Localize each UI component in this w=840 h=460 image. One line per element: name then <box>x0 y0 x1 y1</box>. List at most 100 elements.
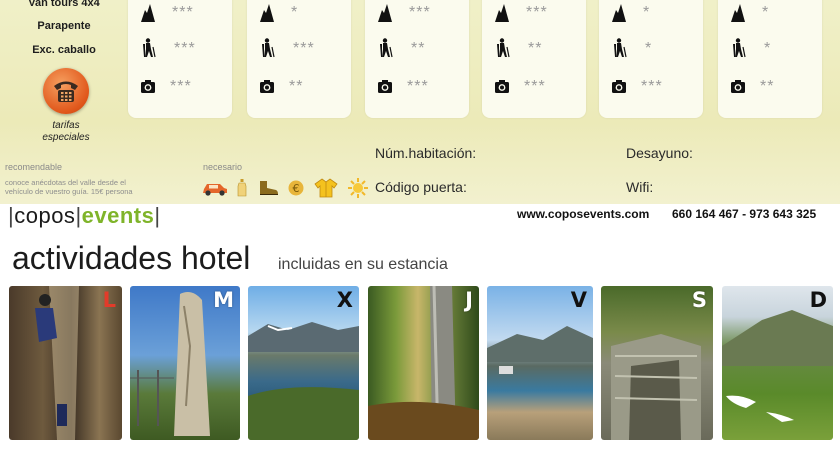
rating-stars: * <box>645 40 653 57</box>
rating-row-camera: ** <box>247 76 351 98</box>
photo-wednesday[interactable]: X <box>248 286 359 440</box>
telephone-icon[interactable] <box>43 68 89 114</box>
day-letter-s: S <box>691 288 707 312</box>
rating-stars: * <box>643 4 651 21</box>
door-code-field: Código puerta: <box>375 179 467 195</box>
rating-stars: * <box>291 4 299 21</box>
page-title: actividades hotel <box>12 240 251 276</box>
rating-row-hiker: * <box>599 38 703 60</box>
rating-stars: *** <box>407 78 429 95</box>
car-icon <box>202 180 228 201</box>
rating-row-hiker: ** <box>482 38 586 60</box>
room-number-field: Núm.habitación: <box>375 145 477 161</box>
rating-row-camera: *** <box>365 76 469 98</box>
camera-icon <box>377 76 393 96</box>
rating-row-camera: ** <box>718 76 822 98</box>
rating-row-hiker: ** <box>365 38 469 60</box>
brand-events: events <box>81 203 155 228</box>
rating-card: * *** ** <box>247 0 351 118</box>
rating-row-camera: *** <box>482 76 586 98</box>
page-subtitle: incluidas en su estancia <box>278 256 448 273</box>
label-van-tours: Van tours 4x4 <box>28 0 100 9</box>
mountain-icon <box>730 2 746 22</box>
tarifas-line-1: tarifas <box>52 120 80 131</box>
boots-icon <box>257 180 279 201</box>
rating-row-hiker: *** <box>128 38 232 60</box>
sun-icon <box>347 178 369 203</box>
rating-stars: *** <box>409 4 431 21</box>
recomendable-text: conoce anécdotas del valle desde el vehí… <box>5 178 133 196</box>
recomendable-text-line-1: conoce anécdotas del valle desde el <box>5 178 126 187</box>
photo-monday[interactable]: L <box>9 286 122 440</box>
rating-stars: *** <box>524 78 546 95</box>
day-letter-d: D <box>809 288 827 312</box>
rating-stars: ** <box>411 40 426 57</box>
recomendable-label: recomendable <box>5 162 63 172</box>
rating-row-mountain: * <box>599 2 703 24</box>
photo-tuesday[interactable]: M <box>130 286 240 440</box>
breakfast-field: Desayuno: <box>626 145 693 161</box>
label-exc-caballo: Exc. caballo <box>32 44 96 56</box>
rating-stars: * <box>762 4 770 21</box>
bottle-icon <box>237 179 247 202</box>
hiker-icon <box>259 38 275 58</box>
photo-thursday[interactable]: J <box>368 286 479 440</box>
day-letter-m: M <box>213 288 234 312</box>
svg-text:€: € <box>293 182 300 195</box>
jacket-icon <box>314 178 338 203</box>
camera-icon <box>140 76 156 96</box>
necesario-label: necesario <box>203 162 243 172</box>
recomendable-text-line-2: vehículo de vuestro guía. 15€ persona <box>5 187 133 196</box>
mountain-icon <box>259 2 275 22</box>
rating-stars: ** <box>528 40 543 57</box>
mountain-icon <box>611 2 627 22</box>
rating-stars: * <box>764 40 772 57</box>
camera-icon <box>611 76 627 96</box>
necesario-icons: € <box>202 178 374 200</box>
tarifas-line-2: especiales <box>42 132 90 143</box>
rating-stars: *** <box>641 78 663 95</box>
day-letter-x: X <box>336 288 353 312</box>
phone-numbers: 660 164 467 - 973 643 325 <box>672 207 817 221</box>
rating-row-mountain: *** <box>128 2 232 24</box>
rating-card: *** ** *** <box>482 0 586 118</box>
rating-stars: *** <box>174 40 196 57</box>
rating-card: *** *** *** <box>128 0 232 118</box>
website-link[interactable]: www.coposevents.com <box>517 207 649 221</box>
rating-row-camera: *** <box>128 76 232 98</box>
label-parapente: Parapente <box>37 20 91 32</box>
mountain-icon <box>494 2 510 22</box>
rating-row-hiker: *** <box>247 38 351 60</box>
photo-sunday[interactable]: D <box>722 286 833 440</box>
photo-saturday[interactable]: S <box>601 286 713 440</box>
rating-card: * * *** <box>599 0 703 118</box>
day-letter-l: L <box>102 288 116 312</box>
brand-copos: copos <box>14 203 76 228</box>
camera-icon <box>494 76 510 96</box>
rating-row-camera: *** <box>599 76 703 98</box>
photo-friday[interactable]: V <box>487 286 593 440</box>
page-bottom-edge <box>0 452 840 460</box>
day-letter-j: J <box>465 288 473 312</box>
rating-row-hiker: * <box>718 38 822 60</box>
rating-stars: ** <box>289 78 304 95</box>
brand-bar-3: | <box>154 203 161 228</box>
day-letter-v: V <box>570 288 587 312</box>
rating-stars: ** <box>760 78 775 95</box>
rating-row-mountain: * <box>247 2 351 24</box>
wifi-field: Wifi: <box>626 179 654 195</box>
hiker-icon <box>611 38 627 58</box>
euro-icon: € <box>288 180 304 201</box>
rating-stars: *** <box>526 4 548 21</box>
rating-stars: *** <box>170 78 192 95</box>
rating-row-mountain: *** <box>365 2 469 24</box>
rating-card: *** ** *** <box>365 0 469 118</box>
mountain-icon <box>140 2 156 22</box>
hiker-icon <box>730 38 746 58</box>
hiker-icon <box>140 38 156 58</box>
brand-logo: |copos|events| <box>8 203 161 229</box>
rating-card: * * ** <box>718 0 822 118</box>
hiker-icon <box>494 38 510 58</box>
rating-row-mountain: * <box>718 2 822 24</box>
camera-icon <box>259 76 275 96</box>
